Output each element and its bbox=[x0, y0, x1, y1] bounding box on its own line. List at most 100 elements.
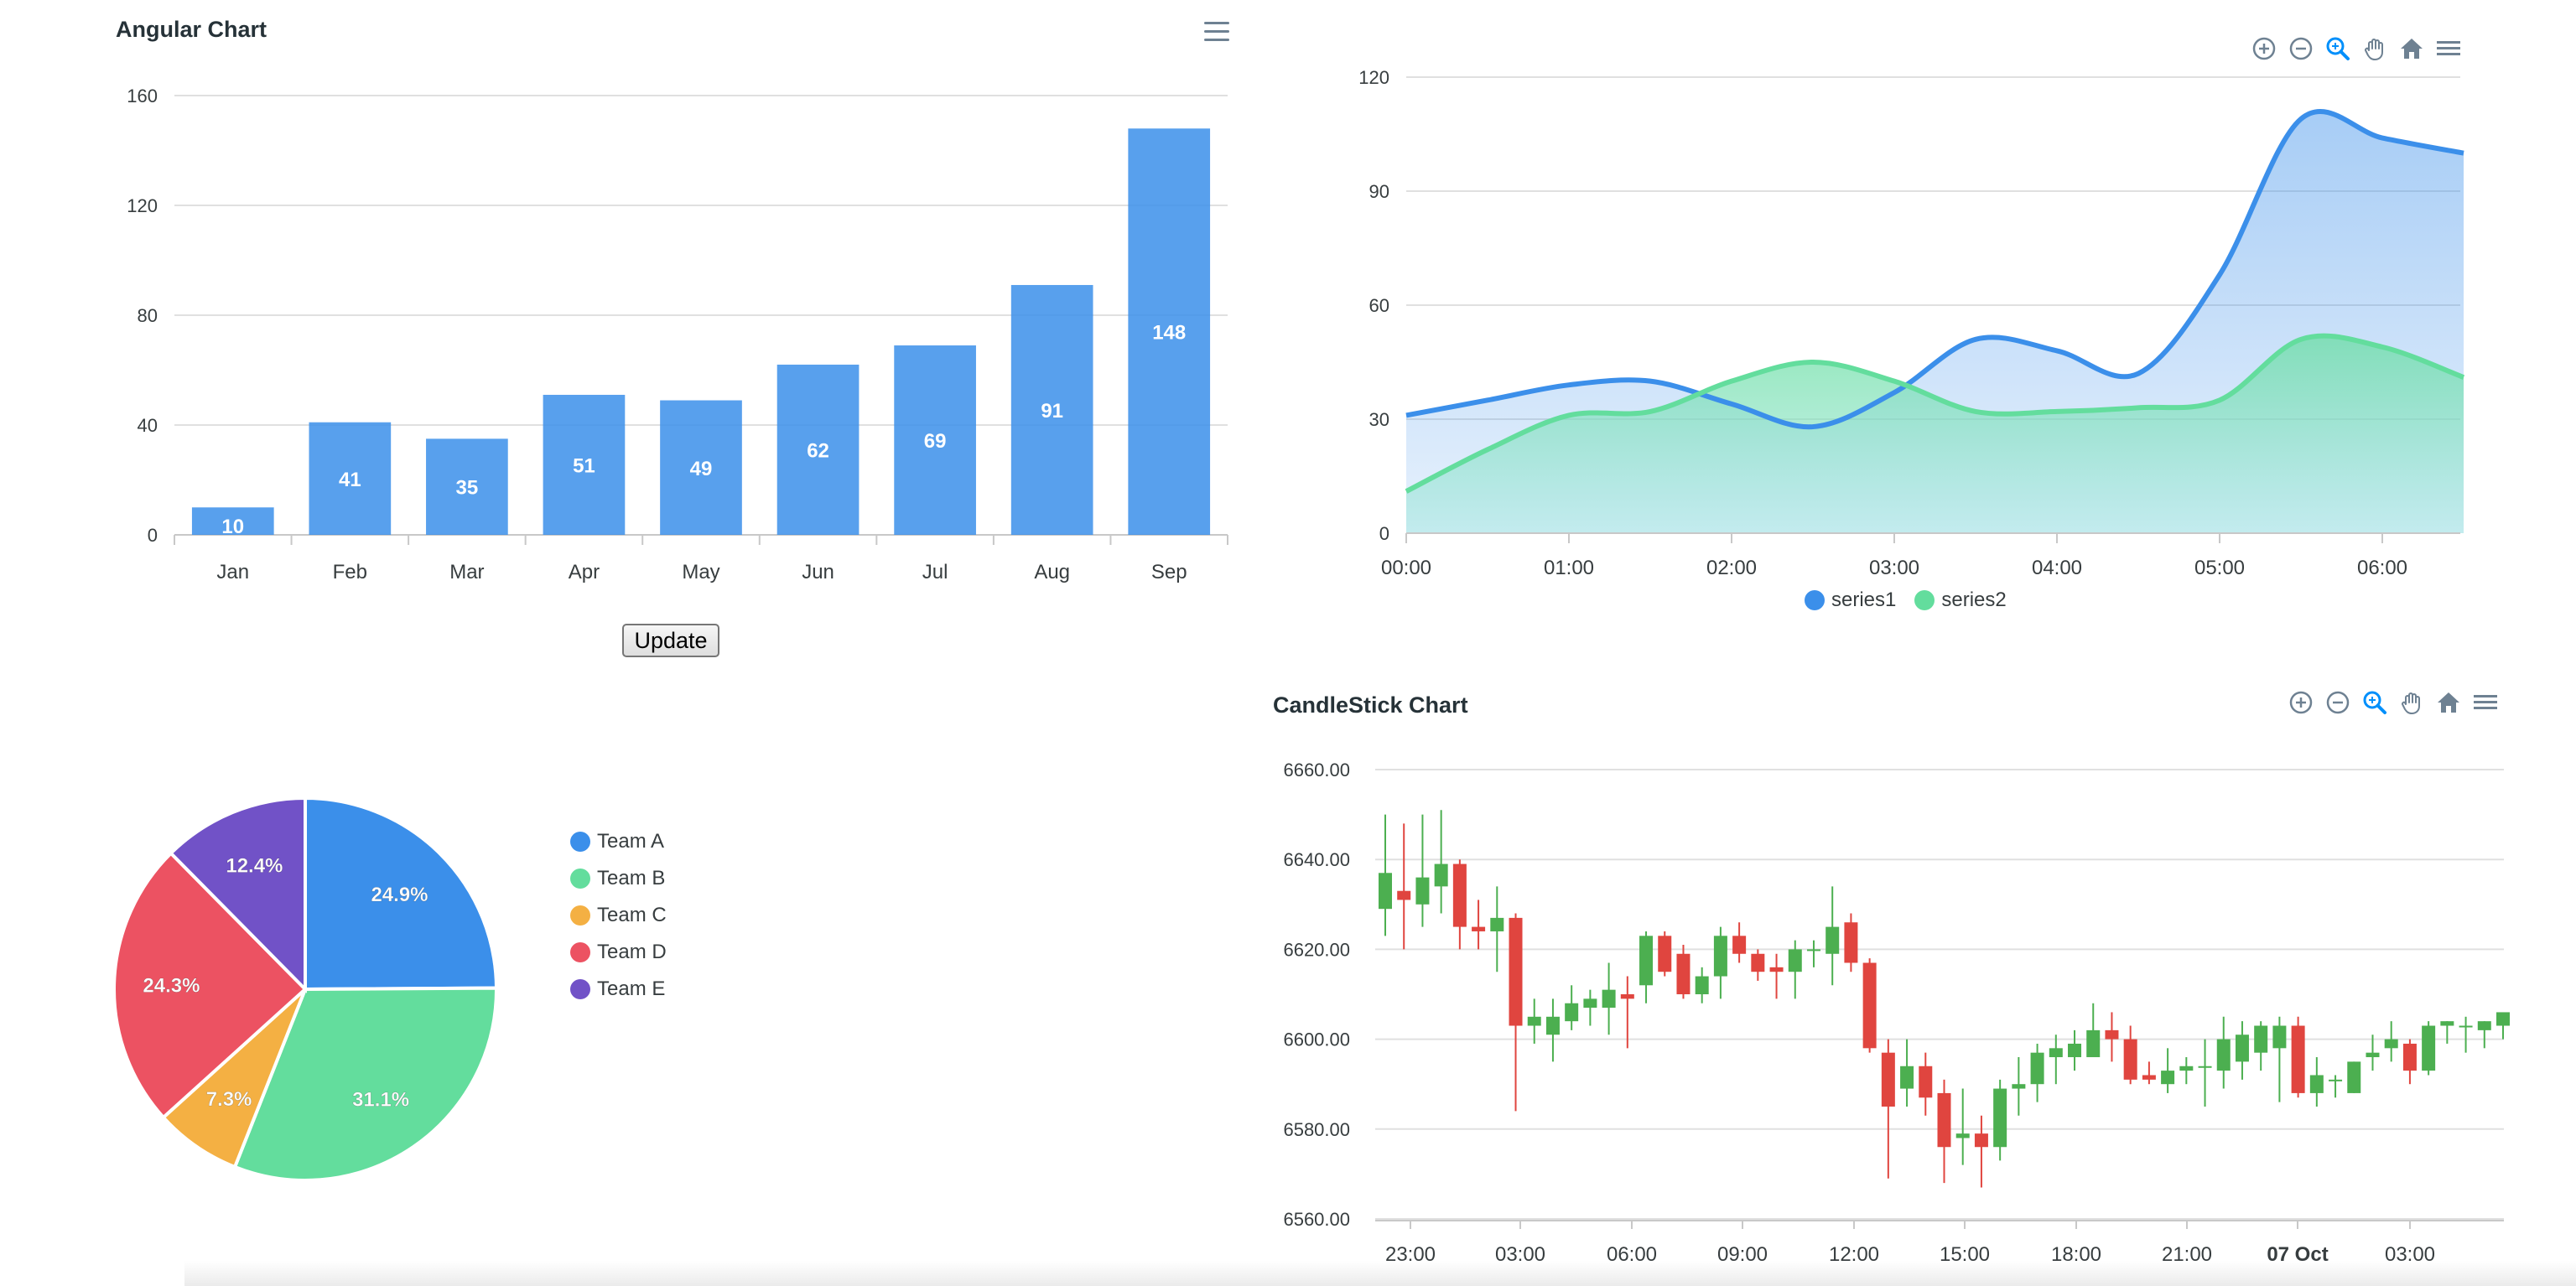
x-axis-tick-label: 04:00 bbox=[2032, 557, 2082, 579]
update-button[interactable]: Update bbox=[622, 624, 719, 657]
candle-up bbox=[1545, 1016, 1560, 1035]
legend-item-team-d[interactable]: Team D bbox=[570, 939, 667, 966]
pie-chart-legend: Team A Team B Team C Team D Team E bbox=[570, 828, 667, 1003]
y-axis-tick-label: 6660.00 bbox=[1283, 760, 1350, 780]
legend-item-team-e[interactable]: Team E bbox=[570, 976, 667, 1003]
x-axis-tick-label: Jan bbox=[216, 561, 249, 583]
y-axis-tick-label: 90 bbox=[1369, 181, 1389, 202]
y-axis-tick-label: 120 bbox=[1358, 67, 1389, 88]
bar-data-label: 10 bbox=[221, 516, 244, 538]
legend-item-team-b[interactable]: Team B bbox=[570, 865, 667, 892]
bar-chart-svg: 0 40 80 120 160 Jan 10 Feb 41 Mar 35 Apr 51 May 49 Jun 6… bbox=[127, 86, 1228, 583]
candlestick-chart-panel: CandleStick Chart 6560.00 6580.00 6600.00 6… bbox=[1258, 671, 2576, 1286]
x-axis-tick-label: Jul bbox=[922, 561, 948, 583]
candle-up bbox=[1993, 1088, 2007, 1148]
candle-down bbox=[1509, 917, 1523, 1026]
x-axis-tick-label: Jun bbox=[802, 561, 834, 583]
x-axis-tick-label: 01:00 bbox=[1544, 557, 1594, 579]
candle-up bbox=[1565, 1003, 1579, 1022]
area-chart-legend: series1 series2 bbox=[1805, 587, 2007, 614]
candle-up bbox=[2161, 1071, 2175, 1085]
x-axis-tick-label: 05:00 bbox=[2194, 557, 2245, 579]
x-axis-tick-label: 06:00 bbox=[2357, 557, 2407, 579]
y-axis-tick-label: 60 bbox=[1369, 295, 1389, 316]
candle-up bbox=[1379, 873, 1392, 910]
legend-item-series2[interactable]: series2 bbox=[1914, 587, 2007, 614]
candle-up bbox=[2347, 1061, 2361, 1093]
area-chart-svg: 0 30 60 90 120 00:00 01:00 02:00 03:00 04:00 05:00… bbox=[1358, 67, 2465, 579]
candle-down bbox=[2291, 1025, 2305, 1093]
x-axis-tick-label: Feb bbox=[333, 561, 367, 583]
y-axis-tick-label: 6580.00 bbox=[1283, 1119, 1350, 1140]
pie-slice-label: 24.9% bbox=[371, 884, 428, 906]
bar-chart-panel: Angular Chart 0 40 80 120 160 Jan 10 Feb 41 Mar 35… bbox=[0, 0, 1258, 671]
legend-item-team-c[interactable]: Team C bbox=[570, 902, 667, 929]
candle-up bbox=[1639, 936, 1654, 986]
candle-down bbox=[1919, 1066, 1933, 1098]
candle-down bbox=[1862, 962, 1877, 1049]
x-axis-tick-label: 03:00 bbox=[1869, 557, 1919, 579]
pie-slice-label: 24.3% bbox=[143, 974, 200, 997]
candle-down bbox=[1769, 967, 1784, 972]
x-axis-tick-label: Apr bbox=[569, 561, 600, 583]
legend-label-team-c: Team C bbox=[597, 904, 667, 926]
bar-data-label: 49 bbox=[690, 458, 713, 480]
legend-item-series1[interactable]: series1 bbox=[1805, 587, 1896, 614]
bar-data-label: 41 bbox=[339, 469, 361, 491]
candle-up bbox=[2422, 1025, 2436, 1071]
legend-marker-team-a bbox=[570, 832, 590, 852]
legend-marker-series2 bbox=[1914, 590, 1935, 610]
candle-down bbox=[1658, 936, 1672, 972]
candle-up bbox=[1527, 1016, 1541, 1026]
candle-down bbox=[1472, 926, 1486, 931]
candle-up bbox=[2049, 1048, 2063, 1058]
candle-down bbox=[1397, 890, 1411, 900]
candle-down bbox=[2402, 1043, 2417, 1071]
candle-up bbox=[1434, 863, 1448, 887]
legend-label-team-a: Team A bbox=[597, 830, 665, 853]
legend-label-team-e: Team E bbox=[597, 977, 666, 1000]
x-axis-tick-label: 02:00 bbox=[1706, 557, 1757, 579]
candle-up bbox=[2179, 1066, 2194, 1071]
y-axis-tick-label: 0 bbox=[1379, 523, 1389, 544]
candlestick-chart-svg: 6560.00 6580.00 6600.00 6620.00 6640.00 6660.… bbox=[1283, 760, 2510, 1266]
pie-chart-panel: 24.9% 31.1% 7.3% 24.3% 12.4% Team A Team B T… bbox=[0, 671, 1258, 1286]
bar-data-label: 35 bbox=[456, 477, 479, 500]
candle-down bbox=[1452, 863, 1467, 927]
x-axis-tick-label: Aug bbox=[1034, 561, 1070, 583]
legend-label-team-b: Team B bbox=[597, 867, 666, 889]
bar-data-label: 148 bbox=[1152, 322, 1186, 345]
legend-item-team-a[interactable]: Team A bbox=[570, 828, 667, 855]
candle-up bbox=[2440, 1021, 2454, 1026]
y-axis-tick-label: 40 bbox=[138, 415, 158, 436]
pie-slice-label: 7.3% bbox=[206, 1088, 252, 1111]
candle-down bbox=[2105, 1029, 2119, 1040]
y-axis-tick-label: 30 bbox=[1369, 409, 1389, 430]
candle-down bbox=[1751, 953, 1765, 972]
pie-slice-label: 31.1% bbox=[352, 1089, 409, 1112]
candle-up bbox=[2216, 1039, 2231, 1071]
y-axis-tick-label: 0 bbox=[148, 525, 158, 546]
candle-up bbox=[1602, 989, 1616, 1009]
y-axis-tick-label: 6600.00 bbox=[1283, 1029, 1350, 1050]
y-axis-tick-label: 160 bbox=[127, 86, 158, 106]
legend-marker-team-e bbox=[570, 979, 590, 999]
candle-up bbox=[2254, 1025, 2268, 1053]
candle-up bbox=[2272, 1025, 2287, 1049]
candle-up bbox=[2366, 1052, 2380, 1058]
candle-up bbox=[2068, 1043, 2082, 1058]
legend-marker-team-c bbox=[570, 905, 590, 926]
candle-up bbox=[2030, 1052, 2044, 1085]
candle-up bbox=[1695, 976, 1709, 994]
candle-up bbox=[1415, 877, 1430, 905]
candle-down bbox=[1844, 922, 1858, 963]
x-axis-tick-label: 00:00 bbox=[1381, 557, 1431, 579]
candle-up bbox=[1826, 926, 1840, 954]
bar-data-label: 69 bbox=[924, 430, 947, 453]
pie-chart-svg: 24.9% 31.1% 7.3% 24.3% 12.4% bbox=[112, 796, 499, 1182]
candle-down bbox=[1974, 1133, 1988, 1148]
bar-data-label: 51 bbox=[573, 454, 595, 477]
candle-up bbox=[2235, 1035, 2249, 1062]
y-axis-tick-label: 6560.00 bbox=[1283, 1209, 1350, 1230]
candle-up bbox=[2198, 1066, 2212, 1068]
